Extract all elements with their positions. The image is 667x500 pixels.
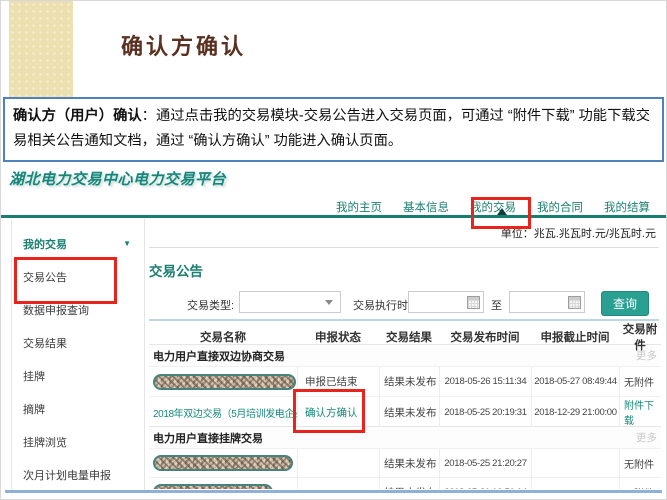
table-row: 结果未发布 2018-05-25 21:20:27 无附件	[149, 448, 661, 477]
description-box: 确认方（用户）确认：通过点击我的交易模块-交易公告进入交易页面，可通过 “附件下…	[3, 97, 664, 162]
slide: 确认方确认 确认方（用户）确认：通过点击我的交易模块-交易公告进入交易页面，可通…	[0, 0, 667, 500]
nav-item-my-settlement[interactable]: 我的结算	[604, 199, 650, 215]
sidebar-item-trade-results[interactable]: 交易结果	[12, 326, 141, 359]
more-link[interactable]: 更多	[636, 348, 657, 363]
redacted-text	[153, 484, 273, 489]
redacted-text	[153, 374, 296, 390]
chevron-down-icon	[325, 300, 333, 305]
col-publish-time: 交易发布时间	[439, 329, 531, 345]
table-row: 2018年双边交易（5月培训发电企业） 确认方确认 结果未发布 2018-05-…	[149, 396, 661, 426]
header-divider	[149, 247, 659, 248]
col-deadline: 申报截止时间	[531, 329, 619, 345]
more-link[interactable]: 更多	[636, 430, 657, 445]
sidebar-header-my-trades[interactable]: 我的交易 ▼	[12, 227, 141, 260]
nav-item-basic-info[interactable]: 基本信息	[403, 199, 449, 215]
col-trade-result: 交易结果	[379, 329, 439, 345]
platform-title: 湖北电力交易中心电力交易平台	[9, 168, 226, 189]
sidebar-item-listing[interactable]: 挂牌	[12, 359, 141, 392]
trade-type-label: 交易类型:	[187, 297, 234, 313]
table-row: 申报已结束 结果未发布 2018-05-26 15:11:34 2018-05-…	[149, 366, 661, 396]
sidebar-item-listing-browse[interactable]: 挂牌浏览	[12, 425, 141, 458]
chevron-down-icon: ▼	[123, 239, 131, 248]
trade-notice-table: 交易名称 申报状态 交易结果 交易发布时间 申报截止时间 交易附件 电力用户直接…	[149, 321, 661, 489]
annotation-box-sidebar-trade-notice	[14, 257, 117, 304]
group-row-bilateral: 电力用户直接双边协商交易 更多	[149, 344, 661, 366]
exec-time-end-input[interactable]	[509, 291, 585, 313]
calendar-icon[interactable]	[568, 296, 581, 309]
col-declare-status: 申报状态	[297, 329, 379, 345]
redacted-text	[153, 455, 293, 471]
table-row: 结果未发布 2018-05-21 10:51:14 无附件	[149, 477, 661, 489]
annotation-box-confirm-status	[293, 389, 365, 433]
group-row-listing: 电力用户直接挂牌交易 更多	[149, 426, 661, 448]
annotation-box-nav-my-trades	[471, 197, 531, 229]
sidebar-item-delisting[interactable]: 摘牌	[12, 392, 141, 425]
nav-divider	[1, 215, 666, 218]
trade-name-link[interactable]: 2018年双边交易（5月培训发电企业）	[153, 405, 297, 420]
calendar-icon[interactable]	[467, 296, 480, 309]
panel-heading: 交易公告	[149, 260, 203, 280]
table-header-row: 交易名称 申报状态 交易结果 交易发布时间 申报截止时间 交易附件	[149, 321, 661, 344]
exec-time-start-input[interactable]	[408, 291, 484, 313]
nav-item-my-contracts[interactable]: 我的合同	[537, 199, 583, 215]
sidebar-item-next-month-plan[interactable]: 次月计划电量申报	[12, 458, 141, 491]
nav-item-home[interactable]: 我的主页	[336, 199, 382, 215]
trade-type-select[interactable]	[239, 291, 341, 313]
query-button[interactable]: 查询	[601, 291, 649, 316]
slide-accent-strip	[9, 1, 73, 97]
col-trade-name: 交易名称	[149, 329, 297, 345]
attachment-download-link[interactable]: 附件下载	[624, 397, 661, 427]
screenshot-bottom-edge	[5, 490, 662, 493]
description-lead: 确认方（用户）确认	[13, 108, 142, 124]
sidebar-divider	[144, 219, 145, 491]
page-title: 确认方确认	[121, 29, 246, 61]
to-label: 至	[491, 297, 502, 313]
